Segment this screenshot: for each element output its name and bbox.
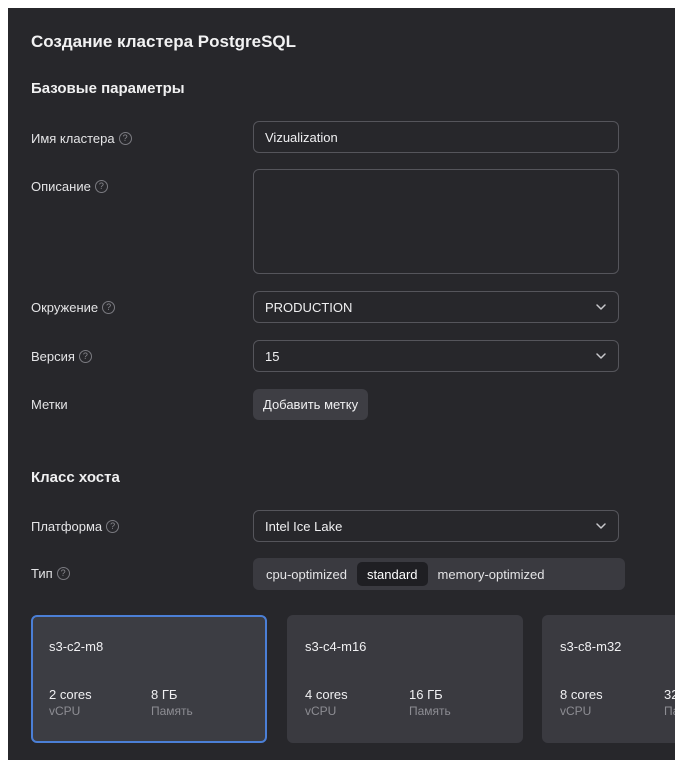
section-title-basic: Базовые параметры <box>31 80 185 97</box>
platform-select[interactable]: Intel Ice Lake <box>253 510 619 542</box>
description-textarea[interactable] <box>253 169 619 274</box>
type-option-cpu-optimized[interactable]: cpu-optimized <box>256 562 357 586</box>
environment-label: Окружение ? <box>31 300 116 315</box>
cluster-name-label: Имя кластера ? <box>31 131 132 146</box>
host-card-cores: 4 cores vCPU <box>305 687 348 718</box>
help-icon[interactable]: ? <box>102 301 116 314</box>
type-label-text: Тип <box>31 566 53 581</box>
host-card-cores: 8 cores vCPU <box>560 687 603 718</box>
cores-label: vCPU <box>49 704 81 718</box>
memory-value: 32 ГБ <box>664 687 675 702</box>
environment-value: PRODUCTION <box>265 299 353 315</box>
section-title-host-class: Класс хоста <box>31 469 120 486</box>
cluster-name-input[interactable]: Vizualization <box>253 121 619 153</box>
host-card-cores: 2 cores vCPU <box>49 687 92 718</box>
cores-label: vCPU <box>305 704 337 718</box>
description-label-text: Описание <box>31 179 91 194</box>
version-value: 15 <box>265 348 280 364</box>
platform-value: Intel Ice Lake <box>265 518 343 534</box>
platform-label: Платформа ? <box>31 519 120 534</box>
memory-value: 8 ГБ <box>151 687 178 702</box>
help-icon[interactable]: ? <box>78 350 92 363</box>
environment-select[interactable]: PRODUCTION <box>253 291 619 323</box>
host-card-s3-c2-m8[interactable]: s3-c2-m8 2 cores vCPU 8 ГБ Память <box>31 615 267 743</box>
chevron-down-icon <box>595 520 607 532</box>
help-icon[interactable]: ? <box>118 132 132 145</box>
version-label-text: Версия <box>31 349 75 364</box>
cluster-name-label-text: Имя кластера <box>31 131 115 146</box>
memory-label: Память <box>664 704 675 718</box>
memory-label: Память <box>151 704 193 718</box>
chevron-down-icon <box>595 301 607 313</box>
host-card-memory: 8 ГБ Память <box>151 687 193 718</box>
host-card-title: s3-c2-m8 <box>49 639 104 654</box>
environment-label-text: Окружение <box>31 300 99 315</box>
cores-value: 2 cores <box>49 687 92 702</box>
version-label: Версия ? <box>31 349 92 364</box>
host-card-memory: 16 ГБ Память <box>409 687 451 718</box>
help-icon[interactable]: ? <box>106 520 120 533</box>
cores-value: 4 cores <box>305 687 348 702</box>
add-label-button[interactable]: Добавить метку <box>253 389 369 420</box>
labels-label: Метки <box>31 397 68 412</box>
host-card-s3-c8-m32[interactable]: s3-c8-m32 8 cores vCPU 32 ГБ Память <box>542 615 675 743</box>
help-icon[interactable]: ? <box>56 567 70 580</box>
chevron-down-icon <box>595 350 607 362</box>
help-icon[interactable]: ? <box>94 180 108 193</box>
memory-label: Память <box>409 704 451 718</box>
host-card-title: s3-c4-m16 <box>305 639 367 654</box>
host-card-title: s3-c8-m32 <box>560 639 622 654</box>
labels-label-text: Метки <box>31 397 68 412</box>
memory-value: 16 ГБ <box>409 687 443 702</box>
type-option-standard[interactable]: standard <box>356 562 428 586</box>
type-segmented-control: cpu-optimized standard memory-optimized <box>253 558 625 590</box>
host-card-s3-c4-m16[interactable]: s3-c4-m16 4 cores vCPU 16 ГБ Память <box>287 615 523 743</box>
cluster-create-panel: Создание кластера PostgreSQL Базовые пар… <box>8 8 675 760</box>
cluster-name-value: Vizualization <box>265 129 338 145</box>
type-option-memory-optimized[interactable]: memory-optimized <box>428 562 555 586</box>
cores-label: vCPU <box>560 704 592 718</box>
description-label: Описание ? <box>31 179 108 194</box>
version-select[interactable]: 15 <box>253 340 619 372</box>
type-label: Тип ? <box>31 566 70 581</box>
platform-label-text: Платформа <box>31 519 103 534</box>
page-title: Создание кластера PostgreSQL <box>31 32 297 51</box>
host-card-memory: 32 ГБ Память <box>664 687 675 718</box>
cores-value: 8 cores <box>560 687 603 702</box>
